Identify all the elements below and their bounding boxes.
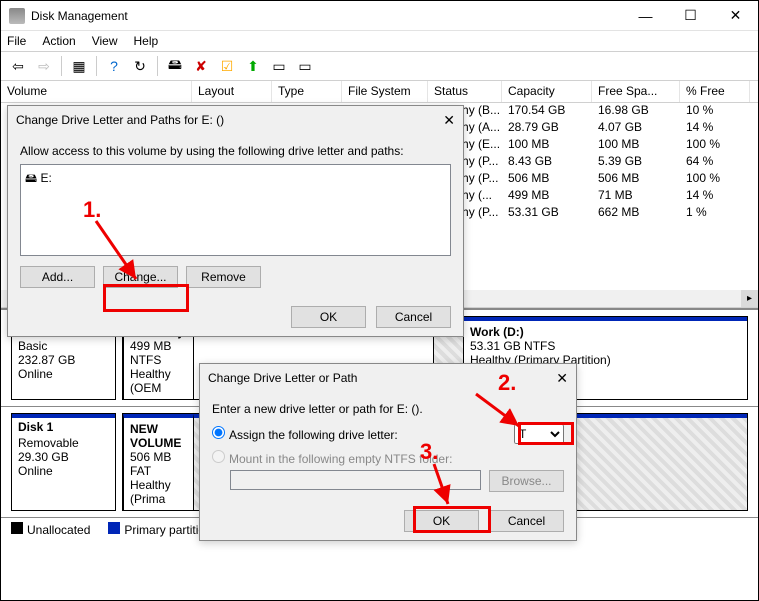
col-type[interactable]: Type [272, 81, 342, 102]
paths-listbox[interactable]: 🖴 E: [20, 164, 451, 256]
col-free[interactable]: Free Spa... [592, 81, 680, 102]
part-size: 53.31 GB NTFS [470, 339, 555, 353]
dialog-message: Enter a new drive letter or path for E: … [212, 402, 564, 416]
close-icon[interactable]: ✕ [556, 370, 568, 387]
divider [157, 56, 158, 76]
table-header: Volume Layout Type File System Status Ca… [1, 81, 758, 103]
dialog-title: Change Drive Letter and Paths for E: () [16, 113, 224, 127]
add-button[interactable]: Add... [20, 266, 95, 288]
eject-icon[interactable]: ⬆ [242, 55, 264, 77]
menubar: File Action View Help [1, 31, 758, 51]
legend-unallocated: Unallocated [27, 523, 90, 537]
radio-mount-input [212, 450, 225, 463]
mount-path-input [230, 470, 481, 490]
dialog-titlebar: Change Drive Letter and Paths for E: () … [8, 106, 463, 134]
part-status: Healthy (OEM [130, 367, 171, 395]
scroll-right-icon[interactable]: ▸ [741, 290, 758, 307]
window-title: Disk Management [31, 9, 623, 23]
back-icon[interactable]: ⇦ [7, 55, 29, 77]
misc-icon[interactable]: ▭ [294, 55, 316, 77]
part-size: 499 MB NTFS [130, 339, 171, 367]
disk-size: 29.30 GB [18, 450, 109, 464]
disk-type: Removable [18, 436, 109, 450]
partition[interactable]: NEW VOLUME 506 MB FAT Healthy (Prima [123, 414, 193, 510]
delete-icon[interactable]: ✘ [190, 55, 212, 77]
menu-file[interactable]: File [7, 34, 26, 48]
cancel-button[interactable]: Cancel [489, 510, 564, 532]
drive-icon[interactable]: 🖴 [164, 55, 186, 77]
part-status: Healthy (Prima [130, 478, 171, 506]
ok-button[interactable]: OK [291, 306, 366, 328]
dialog-drive-paths: Change Drive Letter and Paths for E: () … [7, 105, 464, 337]
divider [61, 56, 62, 76]
col-status[interactable]: Status [428, 81, 502, 102]
menu-help[interactable]: Help [134, 34, 159, 48]
maximize-button[interactable]: ☐ [668, 1, 713, 30]
divider [96, 56, 97, 76]
change-button[interactable]: Change... [103, 266, 178, 288]
unallocated-swatch [11, 522, 23, 534]
primary-swatch [108, 522, 120, 534]
col-filesystem[interactable]: File System [342, 81, 428, 102]
col-pctfree[interactable]: % Free [680, 81, 750, 102]
dialog-titlebar: Change Drive Letter or Path ✕ [200, 364, 576, 392]
disk-state: Online [18, 464, 109, 478]
refresh-icon[interactable]: ↻ [129, 55, 151, 77]
drive-letter-select[interactable]: T [514, 424, 564, 444]
disk-size: 232.87 GB [18, 353, 109, 367]
radio-assign[interactable]: Assign the following drive letter: [212, 426, 398, 442]
ok-button[interactable]: OK [404, 510, 479, 532]
disk-type: Basic [18, 339, 109, 353]
disk-name: Disk 1 [18, 420, 53, 434]
browse-button: Browse... [489, 470, 564, 492]
col-capacity[interactable]: Capacity [502, 81, 592, 102]
check-icon[interactable]: ☑ [216, 55, 238, 77]
remove-button[interactable]: Remove [186, 266, 261, 288]
minimize-button[interactable]: — [623, 1, 668, 30]
misc-icon[interactable]: ▭ [268, 55, 290, 77]
disk-info: Disk 1 Removable 29.30 GB Online [11, 413, 116, 511]
menu-view[interactable]: View [92, 34, 118, 48]
toolbar: ⇦ ⇨ ▦ ? ↻ 🖴 ✘ ☑ ⬆ ▭ ▭ [1, 51, 758, 81]
part-title: Work (D:) [470, 325, 524, 339]
dialog-title: Change Drive Letter or Path [208, 371, 357, 385]
col-volume[interactable]: Volume [1, 81, 192, 102]
close-button[interactable]: ✕ [713, 1, 758, 30]
forward-icon[interactable]: ⇨ [33, 55, 55, 77]
dialog-change-letter: Change Drive Letter or Path ✕ Enter a ne… [199, 363, 577, 541]
app-icon [9, 8, 25, 24]
radio-assign-input[interactable] [212, 426, 225, 439]
close-icon[interactable]: ✕ [443, 112, 455, 129]
cancel-button[interactable]: Cancel [376, 306, 451, 328]
view-icon[interactable]: ▦ [68, 55, 90, 77]
dialog-message: Allow access to this volume by using the… [20, 144, 451, 158]
radio-mount[interactable]: Mount in the following empty NTFS folder… [212, 452, 452, 466]
disk-state: Online [18, 367, 109, 381]
titlebar: Disk Management — ☐ ✕ [1, 1, 758, 31]
help-icon[interactable]: ? [103, 55, 125, 77]
col-layout[interactable]: Layout [192, 81, 272, 102]
part-title: NEW VOLUME [130, 422, 181, 450]
menu-action[interactable]: Action [42, 34, 75, 48]
drive-item[interactable]: 🖴 E: [25, 171, 52, 185]
part-size: 506 MB FAT [130, 450, 171, 478]
